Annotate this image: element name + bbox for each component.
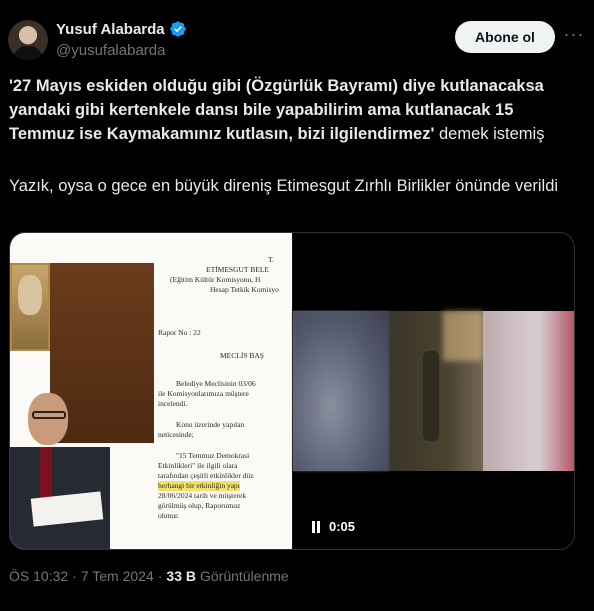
media-container[interactable]: T. ETİMESGUT BELE (Eğitim Kültür Komisyo… <box>9 232 575 550</box>
doc-line: ile Komisyonlarımıza müştere <box>158 389 249 398</box>
more-options-icon[interactable]: ··· <box>562 24 586 48</box>
tweet-text: '27 Mayıs eskiden olduğu gibi (Özgürlük … <box>9 74 579 146</box>
dancing-person <box>423 351 439 441</box>
author-name-row[interactable]: Yusuf Alabarda <box>56 20 187 38</box>
doc-line: T. <box>268 255 274 264</box>
verified-badge-icon <box>169 20 187 38</box>
doc-line: Konu üzerinde yapılan <box>176 420 245 429</box>
tweet-date[interactable]: 7 Tem 2024 <box>81 568 154 584</box>
doc-line: "15 Temmuz Demokrasi <box>176 451 250 460</box>
doc-line: MECLİS BAŞ <box>220 351 264 360</box>
flag-backdrop <box>483 311 574 471</box>
separator-dot: · <box>72 568 77 584</box>
document-text: T. ETİMESGUT BELE (Eğitim Kültür Komisyo… <box>158 233 292 549</box>
views-label: Görüntülenme <box>199 568 289 584</box>
views-count: 33 B <box>166 568 196 584</box>
doc-line: ETİMESGUT BELE <box>206 265 269 274</box>
doc-line: Rapor No : 22 <box>158 328 201 337</box>
avatar[interactable] <box>8 20 48 60</box>
doc-line: incelendi. <box>158 399 188 408</box>
person-head <box>28 393 68 445</box>
tweet-meta: ÖS 10:32 · 7 Tem 2024 · 33 B Görüntülenm… <box>9 568 289 584</box>
video-crowd <box>293 311 389 471</box>
doc-line: Hesap Tetkik Komisyo <box>210 285 279 294</box>
doc-line: Belediye Meclisinin 03/06 <box>176 379 256 388</box>
tweet-paragraph-2: Yazık, oysa o gece en büyük direniş Etim… <box>9 177 559 195</box>
tweet-quote-tail: demek istemiş <box>434 125 545 143</box>
separator-dot: · <box>157 568 163 584</box>
author-name[interactable]: Yusuf Alabarda <box>56 21 165 38</box>
tweet-time[interactable]: ÖS 10:32 <box>9 568 68 584</box>
pause-icon[interactable] <box>311 520 321 533</box>
doc-line: 28/06/2024 tarih ve müşterek <box>158 491 247 500</box>
tweet-header: Yusuf Alabarda @yusufalabarda Abone ol ·… <box>8 16 588 64</box>
doc-line: Etkinlikleri" ile ilgili olara <box>158 461 238 470</box>
video-player[interactable]: 0:05 <box>293 233 574 549</box>
doc-line: (Eğitim Kültür Komisyonu, H <box>170 275 261 284</box>
doc-line-highlighted: herhangi bir etkinliğin yapı <box>158 481 240 491</box>
stage-light <box>443 311 483 361</box>
video-time: 0:05 <box>329 519 356 534</box>
document-image[interactable]: T. ETİMESGUT BELE (Eğitim Kültür Komisyo… <box>10 233 292 549</box>
video-controls[interactable]: 0:05 <box>311 519 355 534</box>
doc-line: olunur. <box>158 511 180 520</box>
follow-button[interactable]: Abone ol <box>455 21 555 53</box>
doc-line: neticesinde; <box>158 430 194 439</box>
author-handle[interactable]: @yusufalabarda <box>56 42 165 59</box>
glasses-icon <box>32 411 66 419</box>
portrait-frame <box>10 263 50 351</box>
doc-line: tarafından çeşitli etkinlikler düz <box>158 471 254 480</box>
doc-line: görülmüş olup, Raporumuz <box>158 501 241 510</box>
